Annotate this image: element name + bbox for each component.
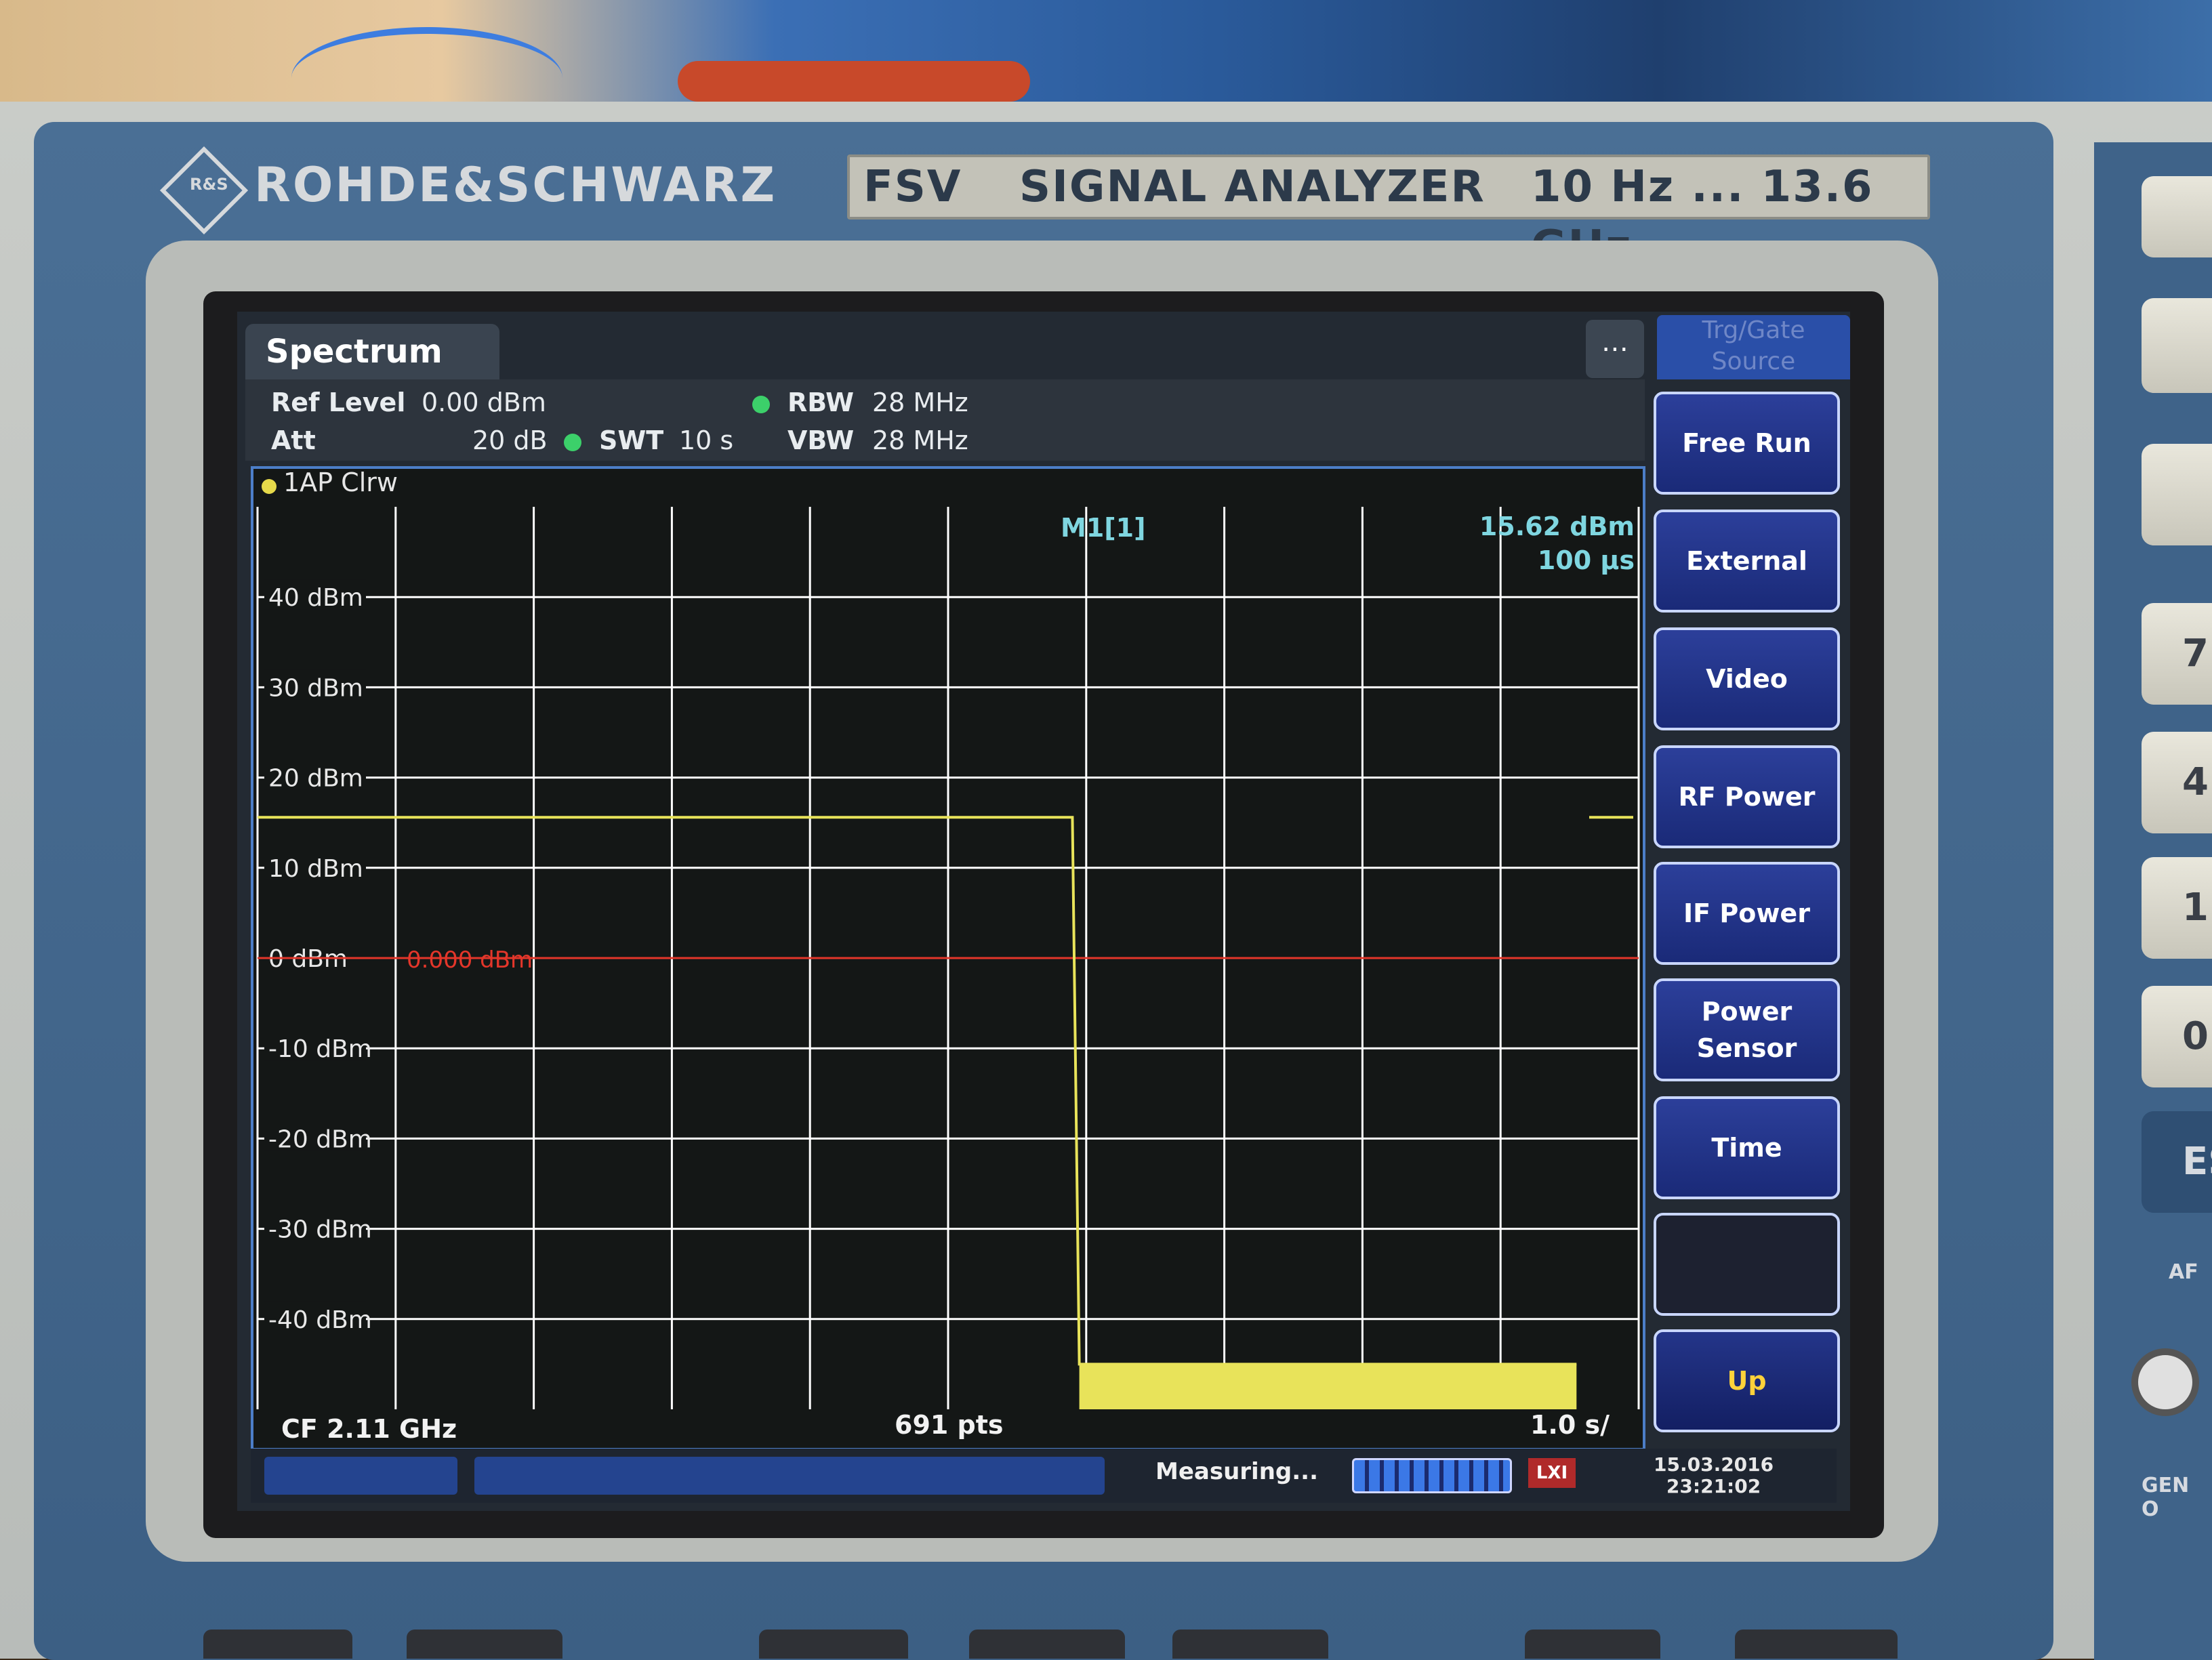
side-key-2[interactable] bbox=[2142, 298, 2212, 393]
front-key-4[interactable] bbox=[969, 1630, 1125, 1659]
softkey-video[interactable]: Video bbox=[1654, 627, 1840, 730]
headphone-jack-icon bbox=[2131, 1348, 2199, 1416]
noise-floor-fill bbox=[1079, 1364, 1577, 1409]
softkey-menu-title: Trg/Gate Source bbox=[1657, 315, 1850, 379]
y-tick-label: 20 dBm bbox=[268, 765, 363, 793]
softkey-up[interactable]: Up bbox=[1654, 1329, 1840, 1432]
front-key-3[interactable] bbox=[759, 1630, 908, 1659]
sweep-progress-bar bbox=[1352, 1458, 1512, 1493]
front-key-5[interactable] bbox=[1172, 1630, 1328, 1659]
side-key-top[interactable] bbox=[2142, 176, 2212, 257]
y-tick-label: -10 dBm bbox=[268, 1035, 372, 1063]
date: 15.03.2016 bbox=[1654, 1453, 1774, 1476]
y-tick-label: -30 dBm bbox=[268, 1216, 372, 1244]
y-tick-label: -40 dBm bbox=[268, 1306, 372, 1334]
softkey-external[interactable]: External bbox=[1654, 510, 1840, 613]
points-count: 691 pts bbox=[895, 1410, 1004, 1440]
y-tick-label: 40 dBm bbox=[268, 584, 363, 612]
center-frequency: CF 2.11 GHz bbox=[281, 1414, 457, 1444]
lxi-icon: LXI bbox=[1528, 1458, 1576, 1488]
reference-line-label: 0.000 dBm bbox=[407, 947, 533, 974]
status-segment-2 bbox=[474, 1457, 1105, 1495]
trace-line bbox=[258, 816, 1577, 1366]
marker-level: 15.62 dBm bbox=[1479, 512, 1635, 541]
front-key-1[interactable] bbox=[203, 1630, 352, 1659]
y-tick-label: -20 dBm bbox=[268, 1125, 372, 1153]
softkey-time[interactable]: Time bbox=[1654, 1096, 1840, 1199]
measuring-status: Measuring... bbox=[1155, 1458, 1318, 1485]
date-time: 15.03.2016 23:21:02 bbox=[1654, 1454, 1774, 1497]
front-key-6[interactable] bbox=[1525, 1630, 1660, 1659]
front-key-2[interactable] bbox=[407, 1630, 562, 1659]
spectrum-chart: 40 dBm30 dBm20 dBm10 dBm0 dBm-10 dBm-20 … bbox=[256, 507, 1640, 1444]
gen-label: GEN O bbox=[2142, 1474, 2190, 1521]
y-tick-labels: 40 dBm30 dBm20 dBm10 dBm0 dBm-10 dBm-20 … bbox=[264, 579, 372, 1334]
y-tick-label: 30 dBm bbox=[268, 674, 363, 702]
traces bbox=[258, 816, 1633, 1409]
status-segment-1 bbox=[264, 1457, 457, 1495]
keypad-key-es[interactable]: ES bbox=[2142, 1111, 2212, 1213]
softkey-if-power[interactable]: IF Power bbox=[1654, 862, 1840, 965]
softkey-free-run[interactable]: Free Run bbox=[1654, 392, 1840, 495]
front-key-7[interactable] bbox=[1735, 1630, 1898, 1659]
time: 23:21:02 bbox=[1666, 1475, 1761, 1497]
keypad-key-0[interactable]: 0 bbox=[2142, 986, 2212, 1087]
y-tick-label: 10 dBm bbox=[268, 855, 363, 883]
side-key-m[interactable] bbox=[2142, 444, 2212, 545]
sweep-time: 1.0 s/ bbox=[1530, 1410, 1610, 1440]
af-label: AF bbox=[2169, 1260, 2198, 1284]
softkey-blank[interactable] bbox=[1654, 1213, 1840, 1316]
keypad-key-1[interactable]: 1 bbox=[2142, 857, 2212, 959]
marker-time: 100 µs bbox=[1538, 545, 1635, 575]
keypad-key-4[interactable]: 4 bbox=[2142, 732, 2212, 833]
keypad-key-7[interactable]: 7 bbox=[2142, 603, 2212, 705]
softkey-power-sensor[interactable]: Power Sensor bbox=[1654, 978, 1840, 1081]
softkey-rf-power[interactable]: RF Power bbox=[1654, 745, 1840, 848]
marker-name: M1[1] bbox=[1061, 513, 1145, 543]
